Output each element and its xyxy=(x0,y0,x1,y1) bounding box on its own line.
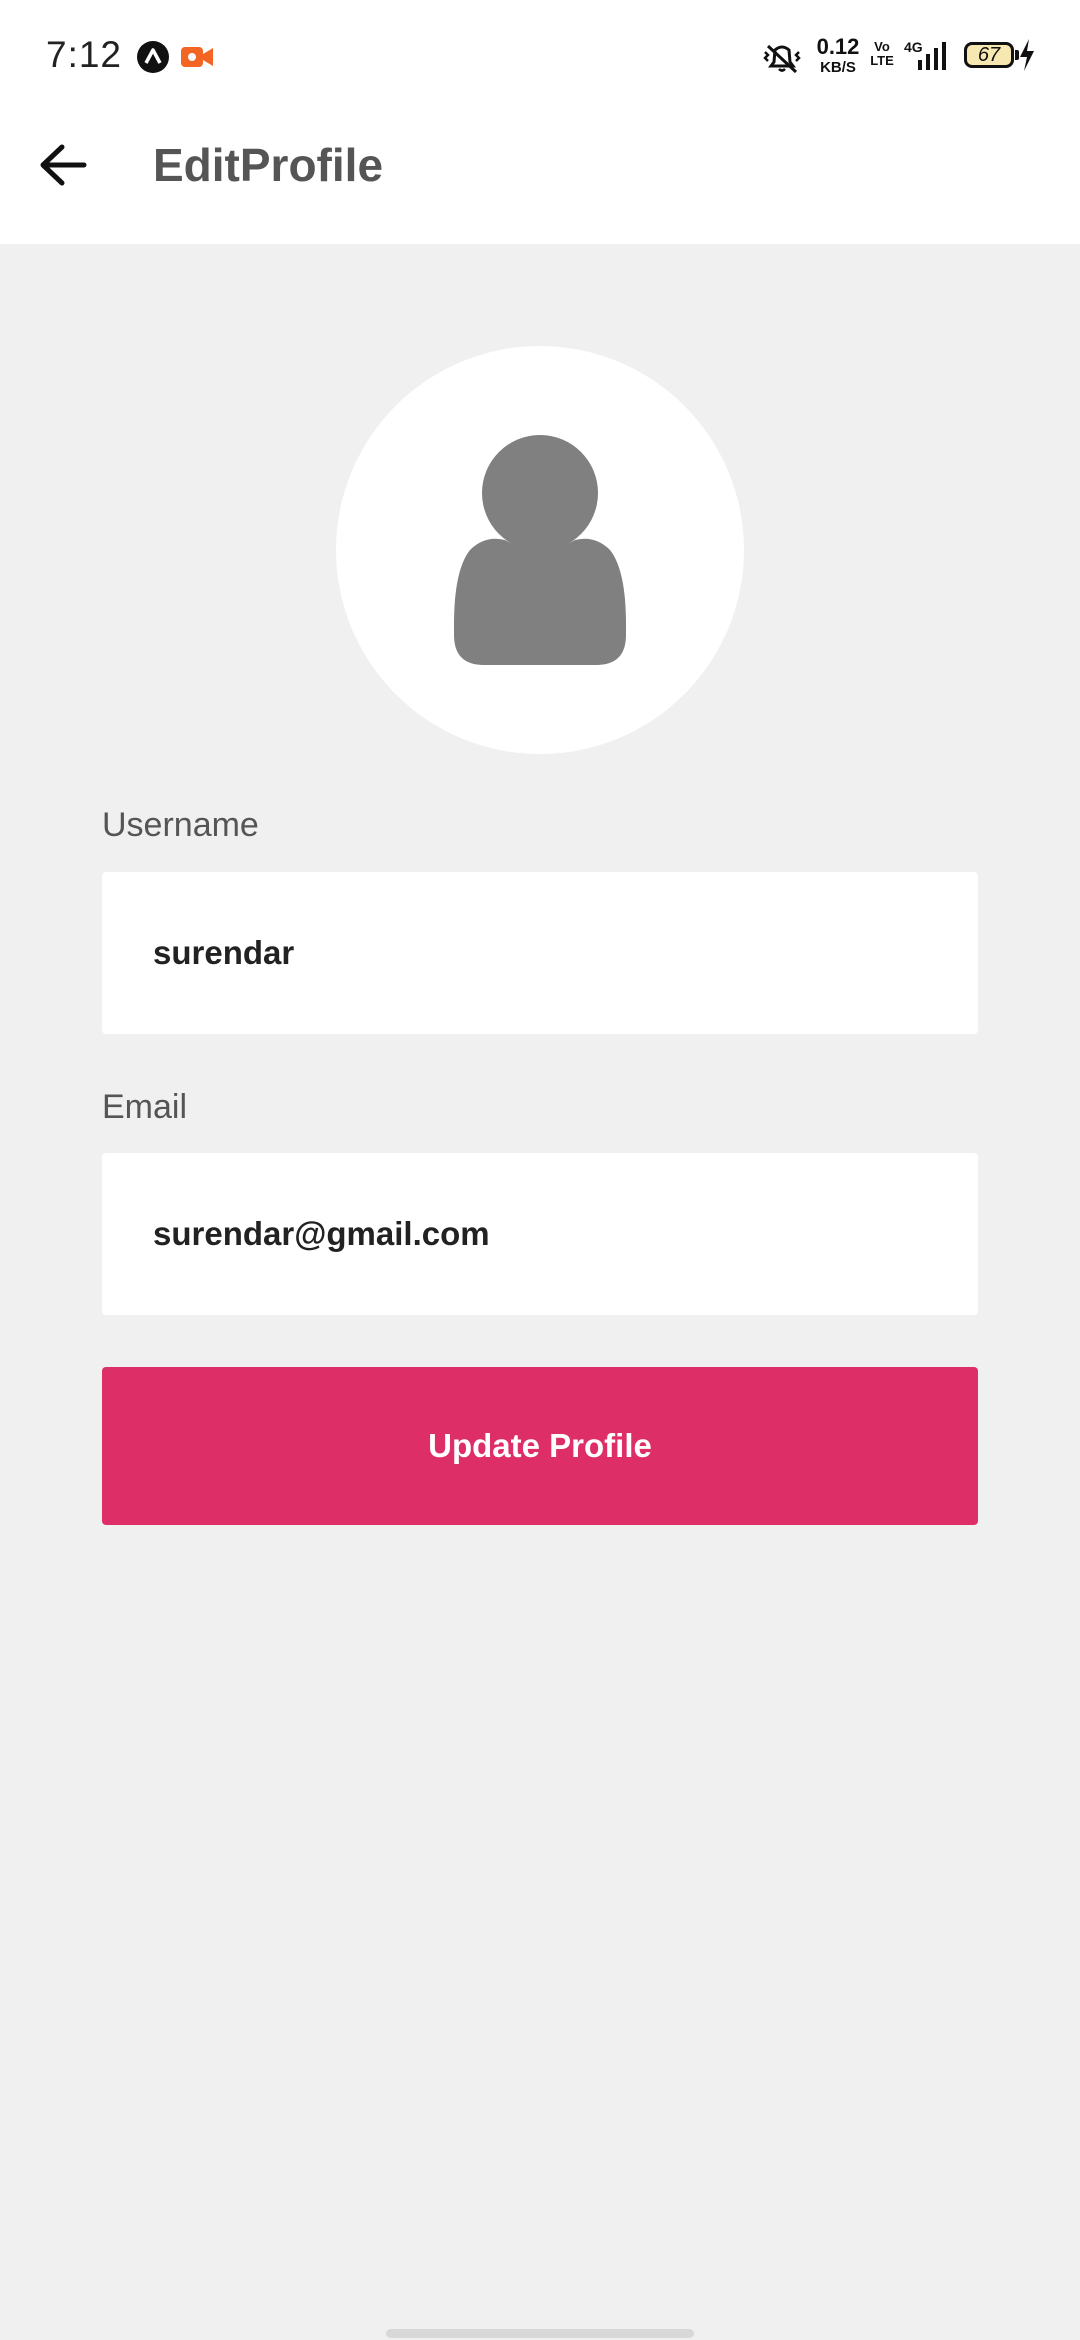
battery-icon: 67 xyxy=(964,42,1014,68)
vibrate-mute-icon xyxy=(762,42,802,79)
username-input[interactable] xyxy=(153,934,978,972)
page-title: EditProfile xyxy=(153,139,384,191)
username-label: Username xyxy=(102,806,259,844)
back-button[interactable] xyxy=(30,132,96,198)
app-a-icon xyxy=(136,40,170,79)
home-indicator[interactable] xyxy=(386,2329,694,2338)
charging-icon xyxy=(1018,38,1036,77)
email-label: Email xyxy=(102,1088,188,1126)
email-field[interactable] xyxy=(102,1153,978,1315)
signal-icon: 4G xyxy=(904,38,950,77)
volte-indicator: Vo LTE xyxy=(870,40,894,67)
person-icon xyxy=(454,435,626,665)
avatar[interactable] xyxy=(336,346,744,754)
network-speed: 0.12 KB/S xyxy=(812,34,864,76)
screen-record-icon xyxy=(180,44,214,75)
arrow-left-icon xyxy=(40,144,87,186)
email-input[interactable] xyxy=(153,1215,978,1253)
status-bar: 7:12 0.12 KB/S Vo LTE 4G 67 xyxy=(0,0,1080,110)
battery-level: 67 xyxy=(977,44,1001,66)
network-speed-value: 0.12 xyxy=(816,34,860,59)
update-profile-button[interactable]: Update Profile xyxy=(102,1367,978,1525)
status-time: 7:12 xyxy=(46,34,123,75)
username-field[interactable] xyxy=(102,872,978,1034)
app-bar: EditProfile xyxy=(0,110,1080,244)
volte-bottom: LTE xyxy=(870,52,894,68)
network-type: 4G xyxy=(904,39,923,55)
network-speed-unit: KB/S xyxy=(820,59,856,76)
